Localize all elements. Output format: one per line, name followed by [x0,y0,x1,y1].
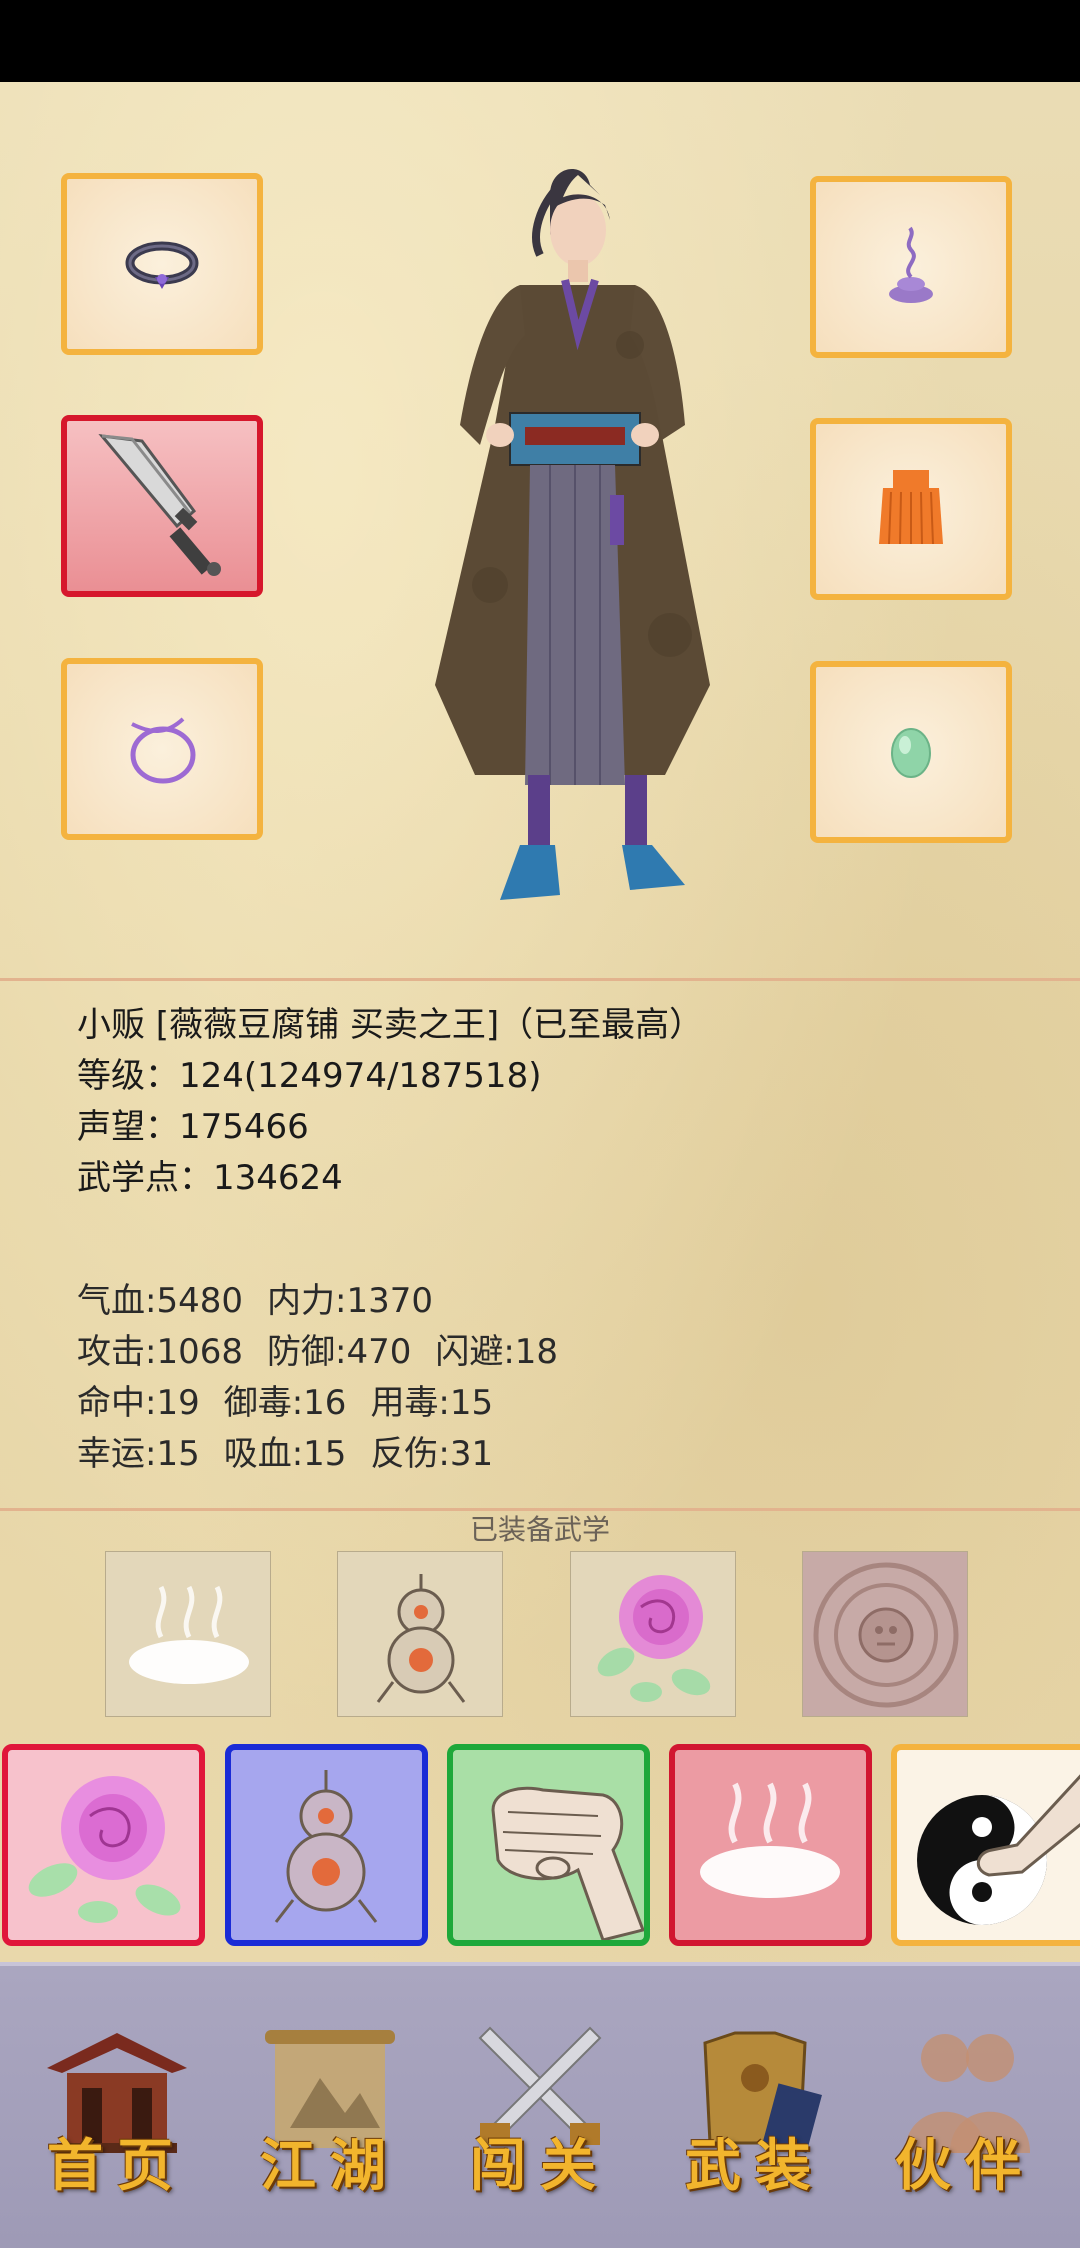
stone-seal-icon [813,1562,959,1708]
equipped-martial-label: 已装备武学 [469,1513,610,1546]
equip-slot-armor[interactable] [810,418,1012,600]
armor-skirt-icon [879,470,943,545]
skill-card[interactable] [669,1744,872,1946]
ring-icon [125,241,199,289]
skill-card[interactable] [447,1744,650,1946]
stats-row: 攻击:1068 防御:470 闪避:18 [77,1327,582,1378]
mist-icon [700,1782,840,1898]
attribute-stats: 气血:5480 内力:1370 攻击:1068 防御:470 闪避:18 命中:19 御… [77,1276,582,1480]
stat-poison-use: 用毒:15 [370,1383,494,1423]
skill-card[interactable] [2,1744,205,1946]
nav-challenge-label: 闯关 [470,2133,610,2199]
equip-slot-weapon[interactable] [61,415,263,597]
stat-inner-power: 内力:1370 [266,1281,433,1321]
stat-dodge: 闪避:18 [435,1332,559,1372]
stats-row: 气血:5480 内力:1370 [77,1276,582,1327]
hero-character-portrait [435,168,710,900]
bracelet-icon [130,717,196,784]
stat-luck: 幸运:15 [77,1434,200,1474]
mist-icon [129,1585,249,1684]
character-title: 小贩 [薇薇豆腐铺 买卖之王]（已至最高） [77,1005,704,1045]
bottom-navigation: 首页 江湖 闯关 武装 伙伴 [0,1962,1080,2248]
stat-accuracy: 命中:19 [77,1383,200,1423]
stats-row: 命中:19 御毒:16 用毒:15 [77,1378,582,1429]
equip-slot-bracelet[interactable] [61,658,263,840]
stat-hp: 气血:5480 [77,1281,243,1321]
equipped-martial-slot[interactable] [802,1551,968,1717]
character-prestige: 声望：175466 [77,1107,309,1147]
nav-jianghu[interactable]: 江湖 [240,2018,420,2208]
stat-reflect: 反伤:31 [370,1434,494,1474]
status-bar [0,0,1080,82]
broadsword-icon [98,434,221,576]
rose-icon [28,1776,181,1923]
character-level: 等级：124(124974/187518) [77,1056,542,1096]
rose-icon [597,1575,711,1702]
skill-card[interactable] [225,1744,428,1946]
equip-slot-ring[interactable] [61,173,263,355]
character-info: 小贩 [薇薇豆腐铺 买卖之王]（已至最高） 等级：124(124974/1875… [77,1000,703,1204]
nav-equipment-label: 武装 [685,2133,825,2199]
nav-equipment[interactable]: 武装 [665,2018,845,2208]
nav-jianghu-label: 江湖 [260,2133,400,2199]
nav-home[interactable]: 首页 [27,2018,207,2208]
nav-challenge[interactable]: 闯关 [450,2018,630,2208]
taiji-palm-icon [917,1774,1080,1925]
nav-partners[interactable]: 伙伴 [875,2018,1055,2208]
stat-lifesteal: 吸血:15 [223,1434,347,1474]
stats-row: 幸运:15 吸血:15 反伤:31 [77,1429,582,1480]
equipped-martial-slot[interactable] [105,1551,271,1717]
gourd-icon [274,1770,378,1923]
jade-bead-icon [891,728,931,778]
equipped-martial-slot[interactable] [337,1551,503,1717]
stat-defense: 防御:470 [266,1332,412,1372]
equip-slot-jade[interactable] [810,661,1012,843]
equip-slot-incense[interactable] [810,176,1012,358]
equipped-martial-slot[interactable] [570,1551,736,1717]
stat-attack: 攻击:1068 [77,1332,243,1372]
nav-home-label: 首页 [47,2133,187,2199]
section-divider [0,978,1080,981]
stat-poison-resist: 御毒:16 [223,1383,347,1423]
skill-card[interactable] [891,1744,1080,1946]
incense-icon [889,226,933,303]
nav-partners-label: 伙伴 [895,2133,1035,2199]
character-martial-points: 武学点：134624 [77,1158,343,1198]
gourd-icon [376,1574,466,1703]
fist-icon [491,1786,644,1940]
